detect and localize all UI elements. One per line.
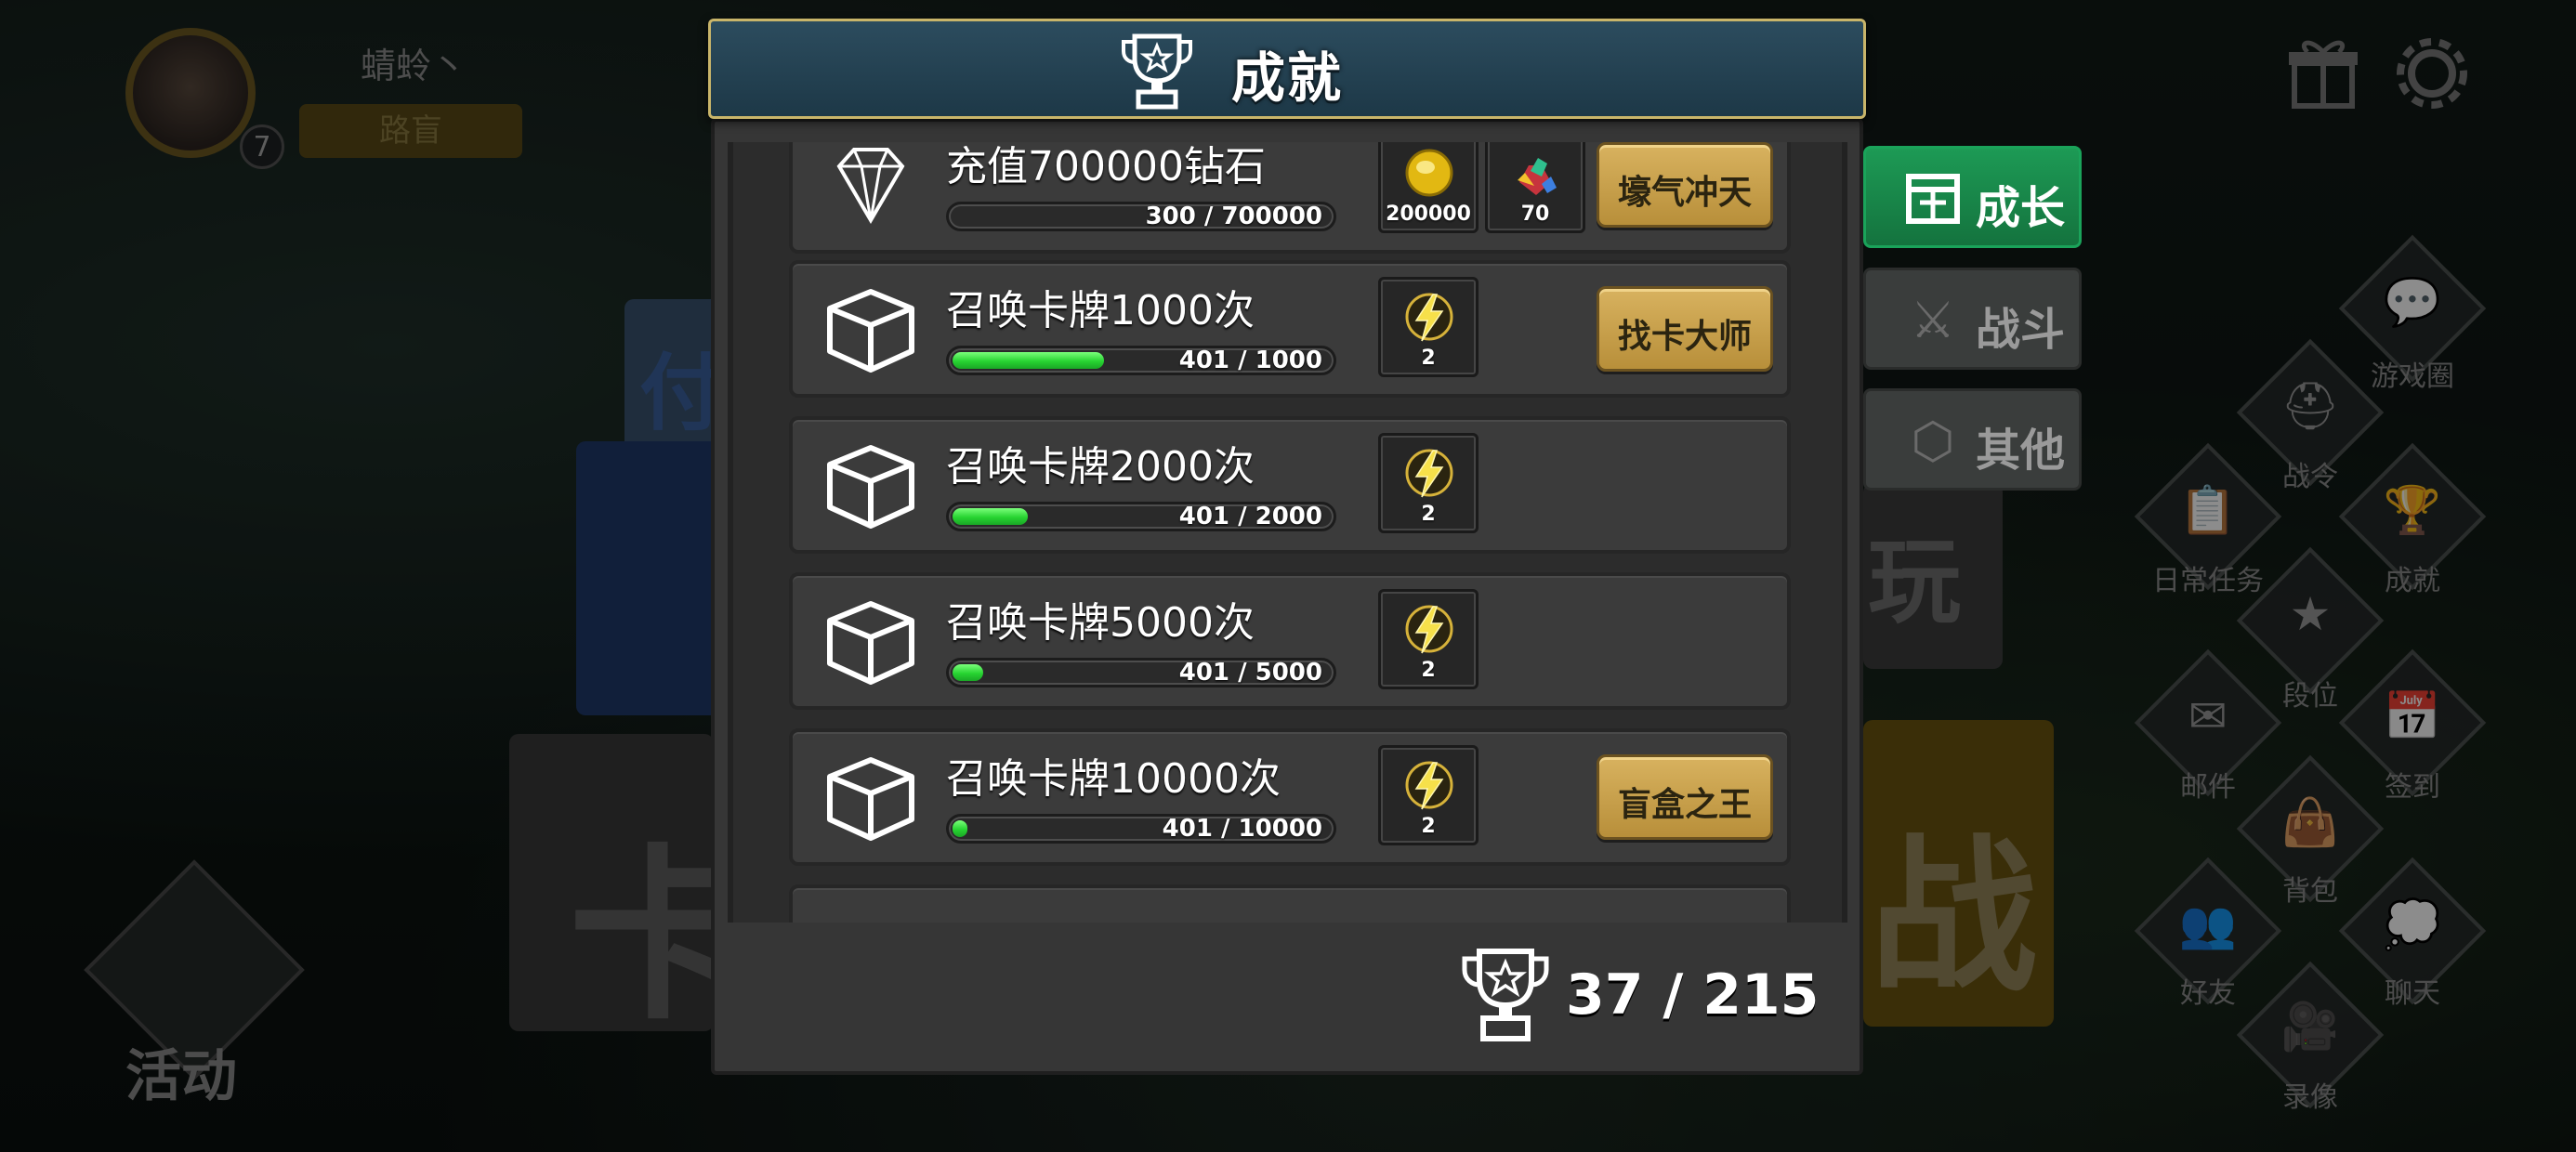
box-icon: [827, 757, 914, 841]
reward-slot[interactable]: 2: [1378, 277, 1479, 377]
tab-other[interactable]: ⬡ 其他: [1863, 388, 2082, 491]
reward-count: 2: [1421, 659, 1436, 682]
achievement-row-partial: [789, 884, 1791, 923]
progress-text: 401 / 1000: [1178, 347, 1322, 374]
achievement-progress-bar: 401 / 10000: [946, 814, 1336, 844]
claim-button-label: 找卡大师: [1617, 318, 1752, 356]
claim-title-button[interactable]: 盲盒之王: [1597, 754, 1773, 840]
tab-growth-label: 成长: [1976, 182, 2066, 234]
reward-slot[interactable]: 70: [1485, 142, 1585, 233]
lightning-token-icon: [1405, 449, 1453, 498]
achievement-total-count: 37 / 215: [1566, 962, 1820, 1028]
achievement-title: 召唤卡牌1000次: [946, 287, 1255, 334]
lightning-token-icon: [1405, 605, 1453, 654]
box-icon: [827, 445, 914, 529]
progress-text: 401 / 5000: [1178, 659, 1322, 687]
achievement-row: 充值700000钻石 300 / 700000 200000 70 壕气冲天: [789, 142, 1791, 254]
progress-fill: [953, 820, 967, 837]
progress-fill: [953, 352, 1104, 369]
progress-text: 401 / 10000: [1162, 815, 1322, 843]
tab-growth[interactable]: 成长: [1863, 146, 2082, 248]
gold-coin-icon: [1405, 149, 1453, 197]
achievement-progress-bar: 401 / 2000: [946, 502, 1336, 531]
reward-count: 2: [1421, 815, 1436, 838]
dialog-title-bar: 成就: [708, 19, 1866, 119]
achievement-title: 充值700000钻石: [946, 143, 1266, 190]
reward-slot[interactable]: 200000: [1378, 142, 1479, 233]
achievement-progress-bar: 401 / 1000: [946, 346, 1336, 375]
dialog-title: 成就: [1230, 46, 1343, 110]
progress-fill: [953, 664, 983, 681]
progress-text: 401 / 2000: [1178, 503, 1322, 530]
claim-button-label: 壕气冲天: [1617, 174, 1752, 212]
achievement-title: 召唤卡牌10000次: [946, 755, 1281, 803]
claim-title-button[interactable]: 找卡大师: [1597, 286, 1773, 372]
achievement-progress-bar: 300 / 700000: [946, 202, 1336, 231]
reward-slot[interactable]: 2: [1378, 745, 1479, 845]
box-icon: [827, 601, 914, 685]
tab-battle[interactable]: ⚔ 战斗: [1863, 268, 2082, 370]
achievement-row: 召唤卡牌2000次 401 / 2000 2: [789, 416, 1791, 554]
progress-fill: [953, 508, 1028, 525]
reward-slot[interactable]: 2: [1378, 433, 1479, 533]
achievement-row: 召唤卡牌5000次 401 / 5000 2: [789, 572, 1791, 710]
trophy-footer-icon: [1462, 949, 1549, 1041]
claim-title-button[interactable]: 壕气冲天: [1597, 142, 1773, 228]
achievement-list[interactable]: 充值700000钻石 300 / 700000 200000 70 壕气冲天 召…: [728, 142, 1847, 923]
crossed-swords-icon: ⚔: [1910, 291, 1956, 349]
achievement-progress-bar: 401 / 5000: [946, 658, 1336, 687]
tab-other-label: 其他: [1976, 425, 2066, 477]
progress-text: 300 / 700000: [1145, 203, 1322, 230]
achievement-title: 召唤卡牌2000次: [946, 443, 1255, 491]
gem-pile-icon: [1518, 158, 1557, 195]
reward-count: 2: [1421, 503, 1436, 526]
lightning-token-icon: [1405, 761, 1453, 810]
claim-button-label: 盲盒之王: [1617, 786, 1752, 824]
reward-count: 200000: [1386, 203, 1471, 226]
reward-count: 2: [1421, 347, 1436, 370]
achievement-row: 召唤卡牌10000次 401 / 10000 2 盲盒之王: [789, 728, 1791, 866]
achievement-title: 召唤卡牌5000次: [946, 599, 1255, 647]
diamond-icon: [836, 148, 905, 224]
box-icon: [827, 289, 914, 373]
reward-slot[interactable]: 2: [1378, 589, 1479, 689]
lightning-token-icon: [1405, 293, 1453, 342]
cube-icon: ⬡: [1911, 412, 1955, 470]
growth-tab-icon: [1903, 169, 1963, 229]
tab-battle-label: 战斗: [1976, 304, 2066, 356]
achievement-row: 召唤卡牌1000次 401 / 1000 2 找卡大师: [789, 260, 1791, 398]
reward-count: 70: [1520, 203, 1550, 226]
